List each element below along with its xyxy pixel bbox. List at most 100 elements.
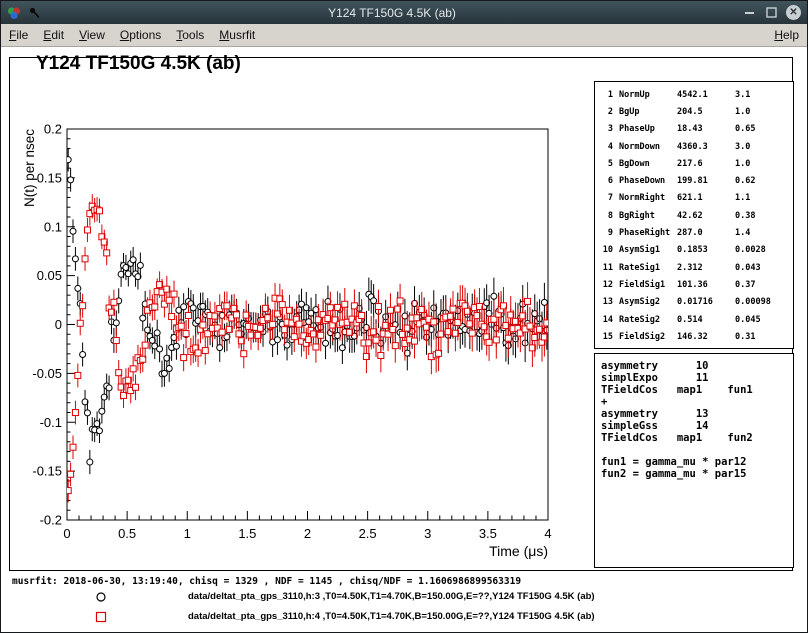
parameter-error: 1.4 — [735, 228, 791, 238]
parameter-value: 18.43 — [677, 124, 735, 134]
y-axis-title: N(t) per nsec — [22, 129, 37, 207]
parameter-row: 5BgDown217.61.0 — [601, 155, 791, 172]
parameter-index: 4 — [601, 142, 613, 152]
maximize-button[interactable] — [763, 4, 780, 21]
svg-text:0.05: 0.05 — [37, 268, 62, 283]
parameter-row: 9 PhaseRight287.01.4 — [601, 224, 791, 241]
plot-area[interactable]: 00.511.522.533.540.20.150.10.050-0.05-0.… — [10, 58, 595, 570]
svg-text:0: 0 — [63, 526, 70, 541]
parameter-value: 4360.3 — [677, 142, 735, 152]
parameter-value: 146.32 — [677, 332, 735, 342]
parameter-value: 42.62 — [677, 211, 735, 221]
theory-box: asymmetry 10 simplExpo 11 TFieldCos map1… — [594, 353, 794, 568]
parameter-error: 1.1 — [735, 193, 791, 203]
menu-item-file[interactable]: File — [9, 28, 28, 42]
parameter-index: 15 — [601, 332, 613, 342]
menubar: File Edit View Options Tools Musrfit Help — [1, 24, 807, 47]
svg-text:3.5: 3.5 — [479, 526, 497, 541]
parameter-error: 1.0 — [735, 107, 791, 117]
parameter-index: 3 — [601, 124, 613, 134]
parameter-index: 6 — [601, 176, 613, 186]
parameter-error: 0.62 — [735, 176, 791, 186]
parameter-error: 1.0 — [735, 159, 791, 169]
svg-text:-0.15: -0.15 — [32, 464, 62, 479]
x-axis-title: Time (μs) — [489, 543, 548, 559]
legend-entry: data/deltat_pta_gps_3110,h:4 ,T0=4.50K,T… — [2, 607, 808, 627]
parameter-index: 5 — [601, 159, 613, 169]
svg-text:-0.1: -0.1 — [40, 415, 62, 430]
parameter-name: BgRight — [619, 211, 677, 221]
menu-item-options[interactable]: Options — [120, 28, 161, 42]
close-icon: ✕ — [786, 5, 801, 20]
svg-text:2.5: 2.5 — [359, 526, 377, 541]
parameter-row: 4 NormDown4360.33.0 — [601, 138, 791, 155]
parameter-name: RateSig2 — [619, 315, 677, 325]
svg-text:-0.2: -0.2 — [40, 513, 62, 528]
menu-item-view[interactable]: View — [79, 28, 105, 42]
parameter-name: FieldSig1 — [619, 280, 677, 290]
fit-parameter-box: 1NormUp4542.13.12BgUp204.51.03PhaseUp18.… — [594, 81, 794, 349]
menu-item-help[interactable]: Help — [774, 28, 799, 42]
fit-status-line: musrfit: 2018-06-30, 13:19:40, chisq = 1… — [12, 576, 521, 587]
root-canvas: Y124 TF150G 4.5K (ab) 00.511.522.533.540… — [2, 47, 808, 633]
svg-text:3: 3 — [424, 526, 431, 541]
parameter-value: 199.81 — [677, 176, 735, 186]
parameter-error: 0.043 — [735, 263, 791, 273]
parameter-error: 0.0028 — [735, 245, 791, 255]
close-button[interactable]: ✕ — [785, 4, 802, 21]
parameter-value: 101.36 — [677, 280, 735, 290]
parameter-index: 2 — [601, 107, 613, 117]
menu-item-edit[interactable]: Edit — [43, 28, 64, 42]
parameter-row: 14 RateSig20.5140.045 — [601, 311, 791, 328]
parameter-name: PhaseRight — [619, 228, 677, 238]
parameter-row: 8BgRight42.620.38 — [601, 207, 791, 224]
svg-text:-0.05: -0.05 — [32, 366, 62, 381]
legend-marker-square-icon — [94, 610, 108, 624]
parameter-name: NormDown — [619, 142, 677, 152]
parameter-row: 6 PhaseDown199.810.62 — [601, 172, 791, 189]
parameter-row: 15FieldSig2146.320.31 — [601, 328, 791, 345]
legend-label: data/deltat_pta_gps_3110,h:4 ,T0=4.50K,T… — [188, 611, 595, 622]
parameter-error: 3.0 — [735, 142, 791, 152]
parameter-row: 13AsymSig20.017160.00098 — [601, 294, 791, 311]
parameter-value: 621.1 — [677, 193, 735, 203]
parameter-index: 10 — [601, 245, 613, 255]
parameter-row: 1NormUp4542.13.1 — [601, 86, 791, 103]
svg-text:0.15: 0.15 — [37, 170, 62, 185]
parameter-error: 0.045 — [735, 315, 791, 325]
menu-item-musrfit[interactable]: Musrfit — [219, 28, 255, 42]
parameter-index: 14 — [601, 315, 613, 325]
minimize-button[interactable] — [741, 4, 758, 21]
parameter-index: 12 — [601, 280, 613, 290]
parameter-error: 0.00098 — [735, 297, 791, 307]
parameter-index: 9 — [601, 228, 613, 238]
app-icon — [6, 5, 22, 21]
parameter-name: RateSig1 — [619, 263, 677, 273]
parameter-value: 0.01716 — [677, 297, 735, 307]
svg-text:2: 2 — [304, 526, 311, 541]
parameter-name: BgUp — [619, 107, 677, 117]
window-title: Y124 TF150G 4.5K (ab) — [48, 6, 736, 20]
parameter-value: 0.514 — [677, 315, 735, 325]
legend-marker-circle-icon — [94, 590, 108, 604]
svg-text:1.5: 1.5 — [238, 526, 256, 541]
menu-item-tools[interactable]: Tools — [176, 28, 204, 42]
parameter-error: 0.38 — [735, 211, 791, 221]
parameter-name: AsymSig2 — [619, 297, 677, 307]
parameter-value: 0.1853 — [677, 245, 735, 255]
svg-text:0.1: 0.1 — [44, 219, 62, 234]
legend-label: data/deltat_pta_gps_3110,h:3 ,T0=4.50K,T… — [188, 591, 595, 602]
legend: data/deltat_pta_gps_3110,h:3 ,T0=4.50K,T… — [2, 587, 808, 627]
parameter-row: 3PhaseUp18.430.65 — [601, 121, 791, 138]
titlebar[interactable]: Y124 TF150G 4.5K (ab) ✕ — [1, 1, 807, 24]
svg-text:4: 4 — [544, 526, 551, 541]
svg-text:0.5: 0.5 — [118, 526, 136, 541]
legend-entry: data/deltat_pta_gps_3110,h:3 ,T0=4.50K,T… — [2, 587, 808, 607]
svg-text:0: 0 — [55, 317, 62, 332]
pin-icon[interactable] — [27, 5, 43, 21]
parameter-name: AsymSig1 — [619, 245, 677, 255]
parameter-name: PhaseDown — [619, 176, 677, 186]
parameter-value: 287.0 — [677, 228, 735, 238]
parameter-name: BgDown — [619, 159, 677, 169]
parameter-value: 204.5 — [677, 107, 735, 117]
